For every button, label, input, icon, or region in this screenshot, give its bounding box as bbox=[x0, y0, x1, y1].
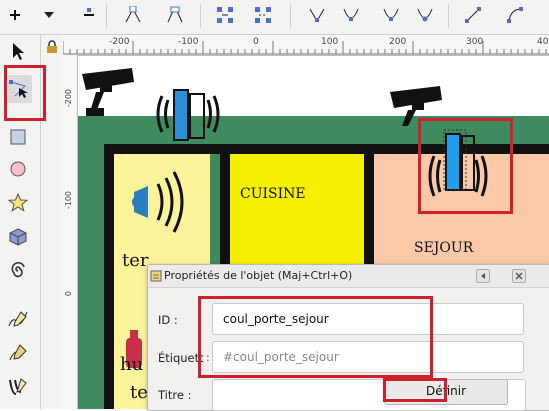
ruler-label: 200 bbox=[389, 37, 407, 47]
ruler-label: 100 bbox=[321, 37, 339, 47]
node-tool-icon[interactable] bbox=[4, 75, 32, 103]
dialog-title: Propriétés de l'objet (Maj+Ctrl+O) bbox=[164, 269, 353, 282]
wall-left bbox=[104, 144, 114, 409]
node-smooth-icon[interactable] bbox=[340, 4, 362, 26]
rectangle-tool-icon[interactable] bbox=[4, 123, 32, 151]
ruler-label: -100 bbox=[178, 37, 199, 47]
plus-icon[interactable] bbox=[4, 4, 26, 26]
ellipse-tool-icon[interactable] bbox=[4, 155, 32, 183]
node-delete-segment-icon[interactable] bbox=[252, 4, 274, 26]
spiral-tool-icon[interactable] bbox=[4, 257, 32, 285]
calligraphy-tool-icon[interactable] bbox=[4, 373, 32, 401]
ruler-label: 0 bbox=[253, 37, 259, 47]
lock-icon[interactable] bbox=[46, 38, 58, 57]
segment-line-icon[interactable] bbox=[462, 4, 484, 26]
node-symmetric-icon[interactable] bbox=[380, 4, 402, 26]
vertical-ruler: -200 -100 0 bbox=[63, 55, 78, 409]
selector-arrow-icon[interactable] bbox=[4, 37, 32, 65]
id-label: ID : bbox=[158, 313, 178, 327]
id-field[interactable] bbox=[212, 303, 524, 335]
room-label-kitchen: CUISINE bbox=[240, 186, 306, 202]
node-auto-icon[interactable] bbox=[414, 4, 436, 26]
minus-icon[interactable] bbox=[78, 4, 100, 26]
room-label-partial: ter bbox=[122, 250, 149, 271]
toolbox bbox=[0, 35, 41, 409]
node-join-icon[interactable] bbox=[122, 4, 144, 26]
horizontal-ruler: -200 -100 0 100 200 300 400 bbox=[63, 35, 549, 56]
star-tool-icon[interactable] bbox=[4, 189, 32, 217]
node-break-icon[interactable] bbox=[164, 4, 186, 26]
dialog-titlebar[interactable]: Propriétés de l'objet (Maj+Ctrl+O) bbox=[148, 265, 549, 288]
pen-tool-icon[interactable] bbox=[4, 339, 32, 367]
camera-left-icon bbox=[82, 68, 134, 116]
title-label: Titre : bbox=[158, 388, 192, 402]
3d-box-tool-icon[interactable] bbox=[4, 223, 32, 251]
dropdown-arrow-icon[interactable] bbox=[38, 4, 60, 26]
layer-strip bbox=[41, 35, 64, 409]
close-icon[interactable] bbox=[512, 269, 526, 283]
dock-icon[interactable] bbox=[476, 269, 490, 283]
room-label-living: SEJOUR bbox=[414, 240, 474, 256]
segment-curve-icon[interactable] bbox=[504, 4, 526, 26]
node-toolbar bbox=[0, 0, 549, 35]
label-colon: : bbox=[206, 351, 210, 364]
label-field[interactable] bbox=[212, 341, 524, 373]
ruler-label: 300 bbox=[466, 37, 484, 47]
define-button[interactable]: Définir bbox=[384, 379, 508, 405]
ruler-label: -100 bbox=[64, 191, 73, 210]
node-cusp-icon[interactable] bbox=[306, 4, 328, 26]
node-join-segment-icon[interactable] bbox=[214, 4, 236, 26]
label-label: Étiquett bbox=[158, 351, 204, 365]
ruler-label: 0 bbox=[64, 291, 73, 297]
pencil-tool-icon[interactable] bbox=[4, 305, 32, 333]
object-properties-dialog: Propriétés de l'objet (Maj+Ctrl+O) ID : … bbox=[147, 264, 549, 411]
room-label-partial: te bbox=[130, 382, 148, 403]
ruler-label: -200 bbox=[64, 89, 73, 108]
room-label-partial: hu bbox=[120, 354, 144, 375]
ruler-label: -200 bbox=[109, 37, 130, 47]
properties-icon bbox=[150, 270, 162, 285]
wall-top bbox=[104, 144, 549, 154]
ruler-label: 400 bbox=[537, 37, 549, 47]
